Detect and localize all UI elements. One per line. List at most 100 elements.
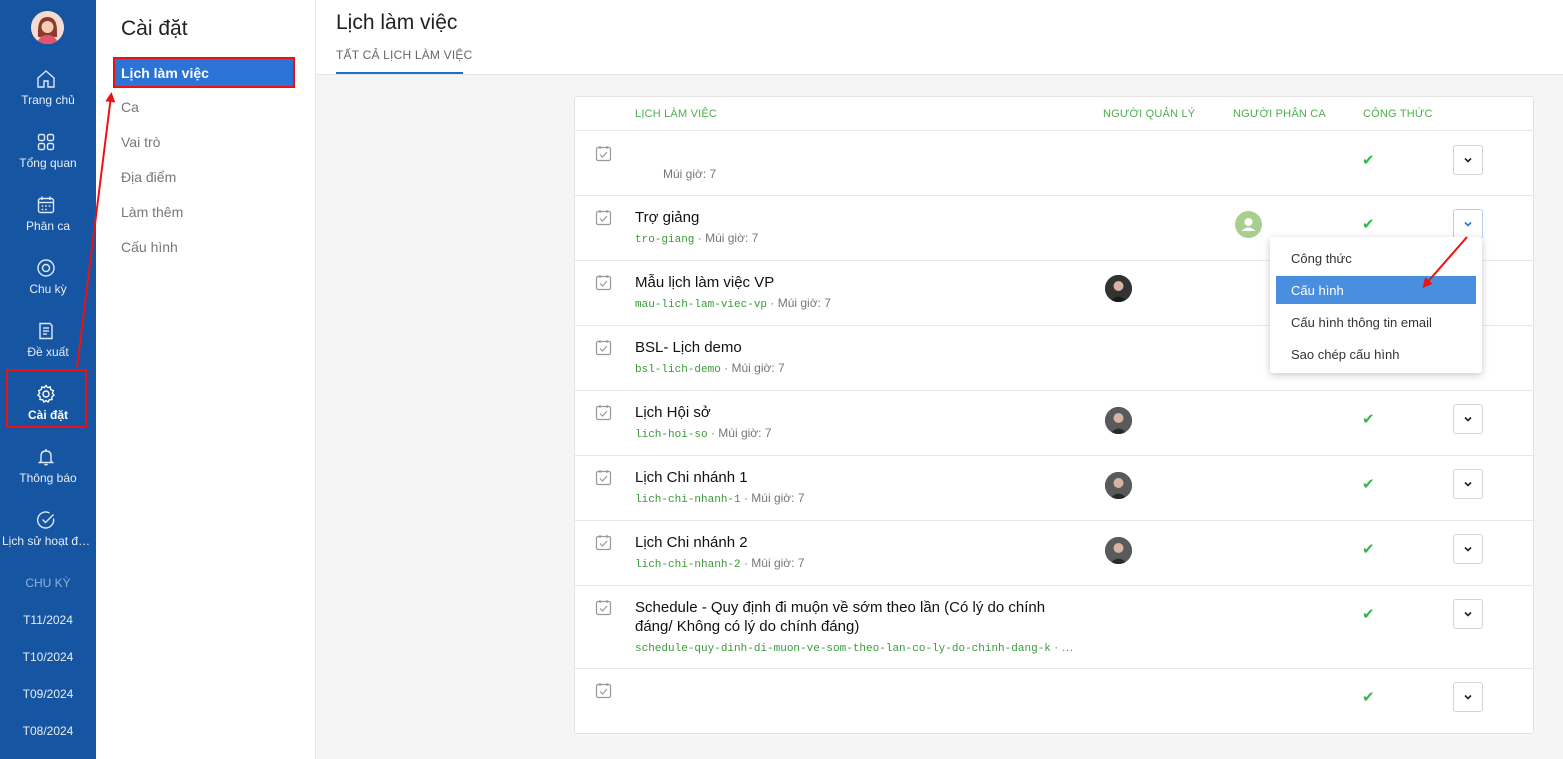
- cycle-icon: [37, 259, 55, 277]
- annotation-highlight-box: [6, 369, 87, 428]
- row-meta: mau-lich-lam-viec-vp · Múi giờ: 7: [635, 296, 831, 311]
- nav-item-home[interactable]: Trang chủ: [0, 60, 96, 118]
- row-dropdown-button[interactable]: [1453, 209, 1483, 239]
- column-header-schedule: LỊCH LÀM VIỆC: [635, 108, 718, 120]
- calendar-check-icon: [595, 340, 612, 356]
- formula-check-icon: ✔: [1362, 606, 1375, 623]
- calendar-check-icon: [595, 470, 612, 486]
- menu-item-copy-config[interactable]: Sao chép cấu hình: [1276, 340, 1476, 368]
- column-header-manager: NGƯỜI QUẢN LÝ: [1103, 108, 1196, 120]
- table-row[interactable]: Múi giờ: 7 ✔: [575, 130, 1533, 195]
- row-meta: lich-hoi-so · Múi giờ: 7: [635, 426, 772, 441]
- manager-avatar: [1105, 537, 1132, 564]
- nav-item-label: Phân ca: [25, 219, 71, 233]
- cycle-item[interactable]: T08/2024: [0, 724, 96, 738]
- nav-item-activity-history[interactable]: Lịch sử hoạt động: [0, 501, 96, 559]
- nav-item-label: Thông báo: [19, 471, 77, 485]
- calendar-icon: [37, 196, 55, 214]
- row-meta: schedule-quy-dinh-di-muon-ve-som-theo-la…: [635, 640, 1074, 655]
- home-icon: [37, 70, 55, 88]
- tab-active-indicator: [336, 72, 463, 74]
- row-meta: tro-giang · Múi giờ: 7: [635, 231, 758, 246]
- submenu-item-location[interactable]: Địa điểm: [121, 169, 176, 185]
- cycle-item[interactable]: T11/2024: [0, 613, 96, 627]
- nav-item-shifts[interactable]: Phân ca: [0, 186, 96, 244]
- avatar-image: [31, 11, 64, 44]
- row-timezone: · Múi giờ: 7: [740, 556, 805, 570]
- row-name[interactable]: Schedule - Quy định đi muộn về sớm theo …: [635, 598, 1065, 636]
- manager-avatar: [1105, 407, 1132, 434]
- submenu-item-work-schedule[interactable]: Lịch làm việc: [113, 57, 295, 88]
- chevron-down-icon: [1464, 221, 1472, 227]
- table-row[interactable]: Lịch Hội sở lich-hoi-so · Múi giờ: 7 ✔: [575, 390, 1533, 455]
- column-header-formula: CÔNG THỨC: [1363, 108, 1433, 120]
- row-dropdown-button[interactable]: [1453, 404, 1483, 434]
- manager-photo: [1105, 472, 1132, 499]
- row-meta: lich-chi-nhanh-1 · Múi giờ: 7: [635, 491, 805, 506]
- calendar-check-icon: [595, 146, 612, 162]
- submenu-item-role[interactable]: Vai trò: [121, 134, 160, 150]
- calendar-check-icon: [595, 275, 612, 291]
- schedule-table: LỊCH LÀM VIỆC NGƯỜI QUẢN LÝ NGƯỜI PHÂN C…: [574, 96, 1534, 734]
- formula-check-icon: ✔: [1362, 411, 1375, 428]
- row-slug: bsl-lich-demo: [635, 364, 721, 376]
- row-slug: tro-giang: [635, 234, 695, 246]
- row-dropdown-button[interactable]: [1453, 145, 1483, 175]
- submenu-item-overtime[interactable]: Làm thêm: [121, 204, 183, 220]
- tab-all-schedules[interactable]: TẤT CẢ LỊCH LÀM VIỆC: [336, 48, 472, 62]
- cycle-item[interactable]: T10/2024: [0, 650, 96, 664]
- nav-item-label: Trang chủ: [21, 93, 75, 107]
- row-dropdown-button[interactable]: [1453, 682, 1483, 712]
- nav-item-cycle[interactable]: Chu kỳ: [0, 249, 96, 307]
- submenu-item-label: Lịch làm việc: [121, 65, 209, 81]
- calendar-check-icon: [595, 405, 612, 421]
- submenu-item-shift[interactable]: Ca: [121, 99, 139, 115]
- row-meta: bsl-lich-demo · Múi giờ: 7: [635, 361, 785, 376]
- column-header-assigner: NGƯỜI PHÂN CA: [1233, 108, 1326, 120]
- formula-check-icon: ✔: [1362, 152, 1375, 169]
- row-name[interactable]: Mẫu lịch làm việc VP: [635, 273, 774, 292]
- table-row[interactable]: ✔: [575, 668, 1533, 733]
- check-circle-icon: [36, 511, 55, 529]
- row-meta: lich-chi-nhanh-2 · Múi giờ: 7: [635, 556, 805, 571]
- main-sidebar: Trang chủ Tổng quan Phân ca Chu kỳ Đề xu…: [0, 0, 96, 759]
- chevron-down-icon: [1464, 546, 1472, 552]
- settings-title: Cài đặt: [121, 17, 188, 40]
- row-dropdown-button[interactable]: [1453, 534, 1483, 564]
- menu-item-formula[interactable]: Công thức: [1276, 244, 1476, 272]
- calendar-check-icon: [595, 683, 612, 699]
- row-timezone: · Múi giờ: 7: [694, 231, 759, 245]
- row-name[interactable]: Lịch Hội sở: [635, 403, 711, 422]
- row-timezone: · Múi giờ: 7: [767, 296, 831, 310]
- row-name[interactable]: Trợ giảng: [635, 208, 699, 227]
- calendar-check-icon: [595, 535, 612, 551]
- chevron-down-icon: [1464, 157, 1472, 163]
- submenu-item-config[interactable]: Cấu hình: [121, 239, 178, 255]
- row-meta: Múi giờ: 7: [663, 167, 716, 181]
- row-name[interactable]: Lịch Chi nhánh 2: [635, 533, 748, 552]
- row-dropdown-button[interactable]: [1453, 599, 1483, 629]
- cycle-item[interactable]: T09/2024: [0, 687, 96, 701]
- proposal-icon: [39, 322, 53, 340]
- cycle-heading: CHU KỲ: [25, 576, 71, 590]
- row-dropdown-button[interactable]: [1453, 469, 1483, 499]
- row-slug: lich-chi-nhanh-2: [635, 559, 741, 571]
- chevron-down-icon: [1464, 416, 1472, 422]
- nav-item-label: Tổng quan: [19, 156, 77, 170]
- chevron-down-icon: [1464, 694, 1472, 700]
- user-avatar[interactable]: [31, 11, 64, 44]
- nav-item-overview[interactable]: Tổng quan: [0, 123, 96, 181]
- nav-item-notifications[interactable]: Thông báo: [0, 438, 96, 496]
- nav-item-label: Chu kỳ: [29, 282, 67, 296]
- manager-photo: [1105, 537, 1132, 564]
- calendar-check-icon: [595, 210, 612, 226]
- nav-item-proposal[interactable]: Đề xuất: [0, 312, 96, 370]
- table-row[interactable]: Lịch Chi nhánh 2 lich-chi-nhanh-2 · Múi …: [575, 520, 1533, 585]
- menu-item-config[interactable]: Cấu hình: [1276, 276, 1476, 304]
- menu-item-email-config[interactable]: Cấu hình thông tin email: [1276, 308, 1476, 336]
- table-row[interactable]: Lịch Chi nhánh 1 lich-chi-nhanh-1 · Múi …: [575, 455, 1533, 520]
- row-name[interactable]: BSL- Lịch demo: [635, 338, 742, 357]
- row-name[interactable]: Lịch Chi nhánh 1: [635, 468, 748, 487]
- chevron-down-icon: [1464, 481, 1472, 487]
- table-row[interactable]: Schedule - Quy định đi muộn về sớm theo …: [575, 585, 1533, 668]
